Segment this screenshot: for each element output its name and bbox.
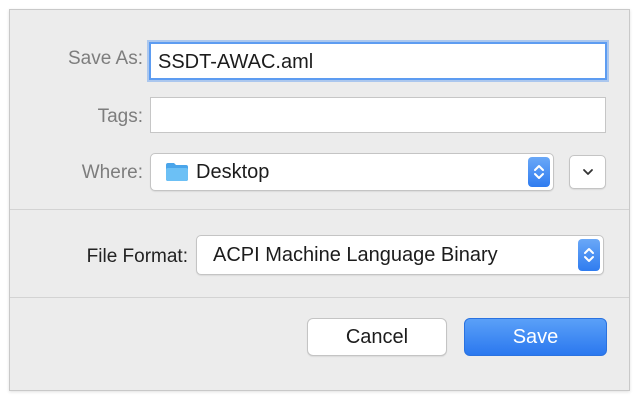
chevron-down-icon [582, 169, 593, 175]
where-popup[interactable]: Desktop [150, 153, 554, 191]
save-as-field[interactable]: SSDT-AWAC.aml [149, 42, 607, 80]
chevron-up-down-icon [584, 248, 594, 262]
save-button[interactable]: Save [464, 318, 607, 356]
divider [10, 209, 629, 210]
where-stepper[interactable] [528, 157, 550, 187]
cancel-button[interactable]: Cancel [307, 318, 447, 356]
where-value: Desktop [196, 161, 270, 183]
file-format-label: File Format: [86, 246, 188, 267]
chevron-up-down-icon [534, 165, 544, 179]
file-format-popup[interactable]: ACPI Machine Language Binary [196, 235, 604, 275]
expand-button[interactable] [569, 155, 606, 189]
file-format-stepper[interactable] [578, 239, 600, 271]
save-as-label: Save As: [68, 48, 143, 69]
divider [10, 297, 629, 298]
save-dialog: Save As: SSDT-AWAC.aml Tags: Where: Desk… [9, 9, 630, 391]
where-label: Where: [81, 162, 143, 183]
folder-icon [166, 163, 188, 181]
tags-field[interactable] [150, 97, 606, 133]
save-as-value: SSDT-AWAC.aml [158, 51, 314, 73]
file-format-value: ACPI Machine Language Binary [213, 244, 498, 266]
tags-label: Tags: [97, 106, 143, 127]
